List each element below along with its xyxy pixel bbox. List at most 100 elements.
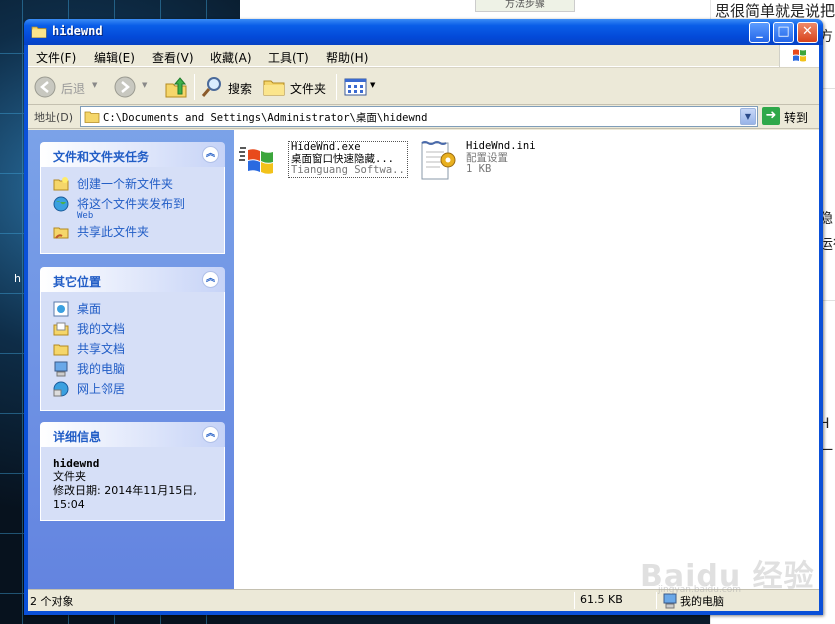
back-arrow-icon bbox=[34, 76, 56, 98]
menu-favorites[interactable]: 收藏(A) bbox=[210, 49, 252, 66]
explorer-body: 文件和文件夹任务 ︽ 创建一个新文件夹 将这个文件夹发布到 Web 共享此文件夹… bbox=[28, 130, 819, 589]
computer-icon bbox=[663, 593, 677, 609]
collapse-icon[interactable]: ︽ bbox=[202, 146, 219, 163]
place-network[interactable]: 网上邻居 bbox=[53, 380, 214, 400]
details-header[interactable]: 详细信息 ︽ bbox=[40, 422, 225, 447]
status-size: 61.5 KB bbox=[580, 593, 623, 606]
documents-icon bbox=[53, 322, 69, 336]
background-tab: 方法步骤 bbox=[475, 0, 575, 12]
status-divider bbox=[574, 592, 575, 609]
shared-folder-icon bbox=[53, 344, 69, 356]
status-object-count: 2 个对象 bbox=[30, 595, 74, 608]
windows-logo-icon bbox=[779, 45, 819, 67]
views-icon bbox=[344, 78, 367, 96]
windows-app-icon bbox=[239, 147, 273, 174]
file-text-ini: HideWnd.ini 配置设置 1 KB bbox=[466, 140, 536, 176]
menu-file[interactable]: 文件(F) bbox=[36, 49, 76, 66]
status-location: 我的电脑 bbox=[680, 595, 724, 608]
up-folder-button[interactable] bbox=[164, 76, 188, 98]
globe-icon bbox=[53, 196, 69, 212]
address-label: 地址(D) bbox=[34, 111, 74, 124]
toolbar-separator bbox=[194, 74, 195, 100]
place-desktop[interactable]: 桌面 bbox=[53, 300, 214, 320]
baidu-watermark: Baidu 经验 jingyan.baidu.com bbox=[640, 533, 814, 595]
menu-bar: 文件(F) 编辑(E) 查看(V) 收藏(A) 工具(T) 帮助(H) bbox=[28, 45, 819, 67]
address-bar: 地址(D) C:\Documents and Settings\Administ… bbox=[28, 105, 819, 129]
file-name: HideWnd.ini bbox=[466, 140, 536, 152]
views-button[interactable]: ▼ bbox=[344, 76, 378, 98]
details-modified: 修改日期: 2014年11月15日, bbox=[53, 484, 197, 497]
place-my-computer[interactable]: 我的电脑 bbox=[53, 360, 214, 380]
maximize-button[interactable]: □ bbox=[773, 22, 794, 43]
forward-arrow-icon bbox=[114, 76, 136, 98]
toolbar-separator bbox=[336, 74, 337, 100]
chevron-down-icon: ▼ bbox=[142, 81, 148, 89]
folders-button[interactable]: 文件夹 bbox=[262, 76, 332, 98]
details-type: 文件夹 bbox=[53, 470, 86, 483]
file-tasks-title: 文件和文件夹任务 bbox=[53, 150, 150, 164]
task-label: 创建一个新文件夹 bbox=[77, 177, 174, 191]
task-new-folder[interactable]: 创建一个新文件夹 bbox=[53, 175, 214, 195]
folder-icon bbox=[31, 26, 47, 38]
task-pane: 文件和文件夹任务 ︽ 创建一个新文件夹 将这个文件夹发布到 Web 共享此文件夹… bbox=[28, 130, 234, 589]
file-tasks-header[interactable]: 文件和文件夹任务 ︽ bbox=[40, 142, 225, 167]
other-places-body: 桌面 我的文档 共享文档 我的电脑 网上邻居 bbox=[40, 292, 225, 411]
folders-label: 文件夹 bbox=[290, 82, 327, 96]
other-places-title: 其它位置 bbox=[53, 275, 102, 289]
place-label: 共享文档 bbox=[77, 342, 126, 356]
collapse-icon[interactable]: ︽ bbox=[202, 271, 219, 288]
window-client: 文件(F) 编辑(E) 查看(V) 收藏(A) 工具(T) 帮助(H) 后退 ▼… bbox=[28, 45, 819, 611]
address-input[interactable]: C:\Documents and Settings\Administrator\… bbox=[80, 106, 758, 127]
menu-edit[interactable]: 编辑(E) bbox=[94, 49, 135, 66]
task-label: 将这个文件夹发布到 bbox=[77, 197, 186, 211]
forward-button[interactable]: ▼ bbox=[114, 76, 152, 98]
other-places-header[interactable]: 其它位置 ︽ bbox=[40, 267, 225, 292]
place-label: 我的电脑 bbox=[77, 362, 126, 376]
details-panel: 详细信息 ︽ hidewnd 文件夹 修改日期: 2014年11月15日, 15… bbox=[40, 422, 225, 521]
back-button[interactable]: 后退 ▼ bbox=[34, 76, 100, 98]
network-icon bbox=[53, 381, 69, 397]
folders-icon bbox=[263, 80, 285, 96]
chevron-down-icon: ▼ bbox=[370, 81, 376, 89]
place-my-documents[interactable]: 我的文档 bbox=[53, 320, 214, 340]
task-label: 共享此文件夹 bbox=[77, 225, 150, 239]
other-places-panel: 其它位置 ︽ 桌面 我的文档 共享文档 我的电脑 网上邻居 bbox=[40, 267, 225, 411]
background-page-top: 方法步骤 bbox=[240, 0, 720, 20]
task-publish-web[interactable]: 将这个文件夹发布到 Web bbox=[53, 195, 214, 223]
details-modified-time: 15:04 bbox=[53, 498, 85, 511]
file-text-exe: HideWnd.exe 桌面窗口快速隐藏... Tianguang Softwa… bbox=[288, 141, 408, 178]
details-body: hidewnd 文件夹 修改日期: 2014年11月15日, 15:04 bbox=[40, 447, 225, 521]
file-company: Tianguang Softwa... bbox=[291, 164, 408, 176]
new-folder-icon bbox=[53, 177, 69, 191]
chevron-down-icon: ▼ bbox=[92, 81, 98, 89]
computer-icon bbox=[54, 361, 68, 377]
background-text: 思很简单就是说把 bbox=[715, 2, 835, 20]
task-sublabel: Web bbox=[77, 211, 94, 221]
menu-tools[interactable]: 工具(T) bbox=[268, 49, 309, 66]
file-tasks-body: 创建一个新文件夹 将这个文件夹发布到 Web 共享此文件夹 bbox=[40, 167, 225, 254]
place-shared-documents[interactable]: 共享文档 bbox=[53, 340, 214, 360]
search-button[interactable]: 搜索 bbox=[200, 76, 256, 98]
toolbar: 后退 ▼ ▼ 搜索 文件夹 ▼ bbox=[28, 67, 819, 105]
collapse-icon[interactable]: ︽ bbox=[202, 426, 219, 443]
file-size: 1 KB bbox=[466, 163, 492, 175]
menu-view[interactable]: 查看(V) bbox=[152, 49, 194, 66]
task-share-folder[interactable]: 共享此文件夹 bbox=[53, 223, 214, 243]
desktop-icon bbox=[53, 301, 69, 317]
background-char: h bbox=[14, 272, 21, 285]
back-label: 后退 bbox=[61, 82, 86, 96]
file-name: HideWnd.exe bbox=[291, 141, 361, 153]
menu-help[interactable]: 帮助(H) bbox=[326, 49, 368, 66]
config-file-icon bbox=[421, 141, 456, 180]
close-button[interactable]: ✕ bbox=[797, 22, 818, 43]
file-tasks-panel: 文件和文件夹任务 ︽ 创建一个新文件夹 将这个文件夹发布到 Web 共享此文件夹 bbox=[40, 142, 225, 254]
go-label: 转到 bbox=[784, 111, 809, 125]
place-label: 网上邻居 bbox=[77, 382, 126, 396]
search-icon bbox=[201, 77, 221, 97]
address-dropdown-button[interactable]: ▼ bbox=[740, 108, 756, 125]
details-name: hidewnd bbox=[53, 457, 100, 470]
explorer-window: hidewnd _ □ ✕ 文件(F) 编辑(E) 查看(V) 收藏(A) 工具… bbox=[24, 19, 823, 615]
minimize-button[interactable]: _ bbox=[749, 22, 770, 43]
address-value: C:\Documents and Settings\Administrator\… bbox=[103, 112, 428, 124]
title-bar[interactable]: hidewnd _ □ ✕ bbox=[24, 19, 823, 45]
